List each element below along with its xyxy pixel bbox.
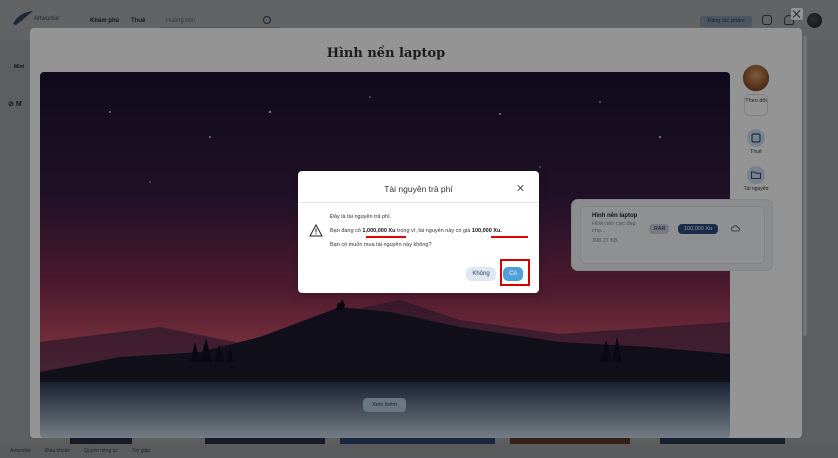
resource-price: 100,000 Xu. (471, 228, 502, 234)
warning-icon (309, 224, 323, 237)
divider (298, 202, 539, 203)
balance-underline (366, 236, 406, 238)
yes-button-highlight (500, 259, 530, 286)
dialog-title: Tài nguyên trả phí (384, 184, 453, 194)
close-icon[interactable] (516, 184, 524, 192)
dialog-line-1: Đây là tài nguyên trả phí. (330, 214, 392, 220)
price-underline (491, 236, 528, 238)
wallet-balance: 1,000,000 Xu (362, 228, 396, 234)
dialog-line-2: Bạn đang có 1,000,000 Xu trong ví, tài n… (330, 228, 502, 234)
dialog-line-3: Bạn có muốn mua tài nguyên này không? (330, 242, 432, 248)
no-button[interactable]: Không (466, 267, 496, 281)
